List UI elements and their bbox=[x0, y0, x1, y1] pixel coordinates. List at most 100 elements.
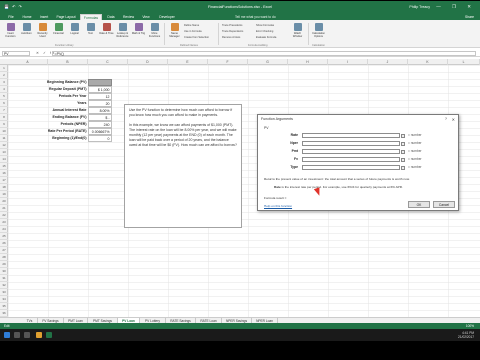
trace-dependents-button[interactable]: Trace Dependents bbox=[222, 30, 243, 34]
text-button[interactable]: Text bbox=[83, 23, 98, 42]
label-ending-balance[interactable]: Ending Balance (FV) bbox=[8, 114, 88, 121]
excel-taskbar-icon[interactable] bbox=[46, 332, 52, 338]
help-on-function-link[interactable]: Help on this function bbox=[264, 204, 292, 208]
cell-beginning-end[interactable]: 0 bbox=[88, 135, 112, 142]
cell-rate-per-period[interactable]: 0.006667% bbox=[88, 128, 112, 135]
cell-periods-per-year[interactable]: 12 bbox=[88, 93, 112, 100]
row-header[interactable]: 15 bbox=[0, 163, 8, 170]
row-header[interactable]: 16 bbox=[0, 170, 8, 177]
row-header[interactable]: 10 bbox=[0, 128, 8, 135]
row-header[interactable]: 3 bbox=[0, 79, 8, 86]
row-header[interactable]: 28 bbox=[0, 254, 8, 261]
label-periods-nper[interactable]: Periods (NPER) bbox=[8, 121, 88, 128]
row-header[interactable]: 36 bbox=[0, 310, 8, 317]
name-box[interactable]: PV bbox=[2, 51, 30, 56]
user-name[interactable]: Philip Treacy bbox=[409, 5, 430, 9]
row-header[interactable]: 24 bbox=[0, 226, 8, 233]
fv-input[interactable] bbox=[302, 157, 400, 162]
share-button[interactable]: Share bbox=[465, 15, 474, 19]
row-header[interactable]: 18 bbox=[0, 184, 8, 191]
row-header[interactable]: 31 bbox=[0, 275, 8, 282]
label-periods-per-year[interactable]: Periods Per Year bbox=[8, 93, 88, 100]
cancel-button[interactable]: Cancel bbox=[433, 201, 455, 208]
row-header[interactable]: 4 bbox=[0, 86, 8, 93]
label-regular-deposit[interactable]: Regular Deposit (PMT) bbox=[8, 86, 88, 93]
task-view-icon[interactable] bbox=[24, 332, 30, 338]
logical-button[interactable]: Logical bbox=[67, 23, 82, 42]
row-header[interactable]: 26 bbox=[0, 240, 8, 247]
row-header[interactable]: 1 bbox=[0, 65, 8, 72]
collapse-dialog-icon[interactable] bbox=[401, 141, 405, 146]
collapse-dialog-icon[interactable] bbox=[401, 149, 405, 154]
cell-periods-nper[interactable]: 240 bbox=[88, 121, 112, 128]
row-header[interactable]: 9 bbox=[0, 121, 8, 128]
insert-function-button[interactable]: Insert Function bbox=[3, 23, 18, 42]
date-time-button[interactable]: Date & Time bbox=[99, 23, 114, 42]
ok-button[interactable]: OK bbox=[408, 201, 430, 208]
calculation-options-button[interactable]: Calculation Options bbox=[311, 23, 326, 42]
show-formulas-button[interactable]: Show Formulas bbox=[256, 24, 274, 28]
row-header[interactable]: 17 bbox=[0, 177, 8, 184]
row-header[interactable]: 34 bbox=[0, 296, 8, 303]
nper-input[interactable] bbox=[302, 141, 400, 146]
instructions-text-box[interactable]: Use the PV function to determine how muc… bbox=[124, 104, 242, 228]
lookup-reference-button[interactable]: Lookup & Reference bbox=[115, 23, 130, 42]
more-functions-button[interactable]: More Functions bbox=[147, 23, 162, 42]
label-beginning-end[interactable]: Beginning (1)/End(0) bbox=[8, 135, 88, 142]
row-header[interactable]: 14 bbox=[0, 156, 8, 163]
row-header[interactable]: 12 bbox=[0, 142, 8, 149]
row-header[interactable]: 25 bbox=[0, 233, 8, 240]
row-header[interactable]: 19 bbox=[0, 191, 8, 198]
file-explorer-icon[interactable] bbox=[36, 332, 42, 338]
formula-input[interactable]: =PV() bbox=[52, 51, 476, 56]
windows-start-icon[interactable] bbox=[4, 332, 10, 338]
row-header[interactable]: 6 bbox=[0, 100, 8, 107]
name-manager-button[interactable]: Name Manager bbox=[167, 23, 182, 42]
pmt-input[interactable] bbox=[302, 149, 400, 154]
financial-button[interactable]: Financial bbox=[51, 23, 66, 42]
watch-window-button[interactable]: Watch Window bbox=[290, 23, 305, 42]
row-header[interactable]: 30 bbox=[0, 268, 8, 275]
autosum-button[interactable]: AutoSum bbox=[19, 23, 34, 42]
row-header[interactable]: 11 bbox=[0, 135, 8, 142]
zoom-level[interactable]: 100% bbox=[466, 324, 474, 328]
search-icon[interactable] bbox=[14, 332, 20, 338]
row-header[interactable]: 23 bbox=[0, 219, 8, 226]
row-header[interactable]: 5 bbox=[0, 93, 8, 100]
evaluate-formula-button[interactable]: Evaluate Formula bbox=[256, 36, 276, 40]
help-icon[interactable]: ? bbox=[445, 117, 447, 121]
row-header[interactable]: 13 bbox=[0, 149, 8, 156]
row-header[interactable]: 2 bbox=[0, 72, 8, 79]
row-header[interactable]: 32 bbox=[0, 282, 8, 289]
error-checking-button[interactable]: Error Checking bbox=[256, 30, 273, 34]
define-name-button[interactable]: Define Name bbox=[184, 24, 199, 28]
collapse-dialog-icon[interactable] bbox=[401, 165, 405, 170]
row-header[interactable]: 27 bbox=[0, 247, 8, 254]
remove-arrows-button[interactable]: Remove Arrows bbox=[222, 36, 240, 40]
row-header[interactable]: 29 bbox=[0, 261, 8, 268]
row-header[interactable]: 35 bbox=[0, 303, 8, 310]
create-from-selection-button[interactable]: Create from Selection bbox=[184, 36, 209, 40]
label-years[interactable]: Years bbox=[8, 100, 88, 107]
label-annual-interest-rate[interactable]: Annual Interest Rate bbox=[8, 107, 88, 114]
type-input[interactable] bbox=[302, 165, 400, 170]
collapse-dialog-icon[interactable] bbox=[401, 157, 405, 162]
tell-me-search[interactable]: Tell me what you want to do bbox=[235, 15, 276, 19]
rate-input[interactable] bbox=[302, 133, 400, 138]
label-rate-per-period[interactable]: Rate Per Period (RATE) bbox=[8, 128, 88, 135]
cell-beginning-balance[interactable] bbox=[88, 79, 112, 86]
window-controls[interactable]: — ❐ ✕ bbox=[436, 4, 476, 10]
system-clock[interactable]: 4:41 PM 21/02/2017 bbox=[458, 331, 474, 339]
cell-years[interactable]: 20 bbox=[88, 100, 112, 107]
row-header[interactable]: 20 bbox=[0, 198, 8, 205]
row-header[interactable]: 21 bbox=[0, 205, 8, 212]
recently-used-button[interactable]: Recently Used bbox=[35, 23, 50, 42]
cell-regular-deposit[interactable]: $ 1,000 bbox=[88, 86, 112, 93]
label-beginning-balance[interactable]: Beginning Balance (PV) bbox=[8, 79, 88, 86]
collapse-dialog-icon[interactable] bbox=[401, 133, 405, 138]
math-trig-button[interactable]: Math & Trig bbox=[131, 23, 146, 42]
cell-ending-balance[interactable]: $ - bbox=[88, 114, 112, 121]
row-header[interactable]: 22 bbox=[0, 212, 8, 219]
cell-annual-interest-rate[interactable]: 8.00% bbox=[88, 107, 112, 114]
row-header[interactable]: 7 bbox=[0, 107, 8, 114]
